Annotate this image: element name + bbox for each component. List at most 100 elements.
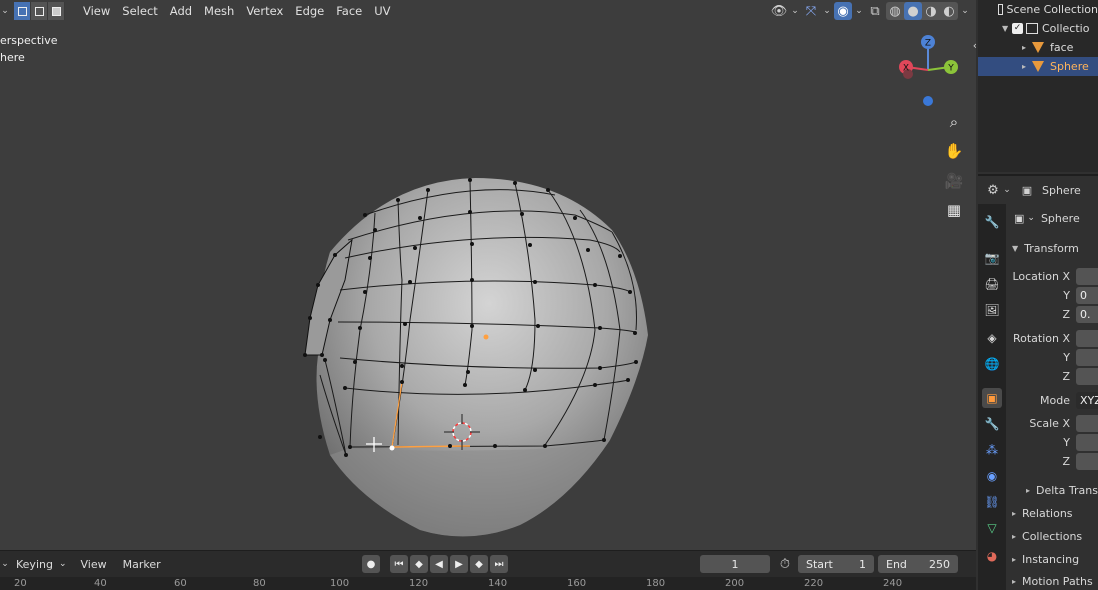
expand-arrow-icon: ▸	[1026, 485, 1031, 495]
delta-transform-panel-header[interactable]: ▸ Delta Transfo	[1006, 480, 1098, 500]
object-tab-icon[interactable]: ▣	[982, 388, 1002, 408]
xray-toggle-icon[interactable]: ⧉	[866, 2, 884, 20]
camera-icon[interactable]: 🎥	[942, 169, 966, 193]
transform-panel-header[interactable]: ▼ Transform	[1006, 238, 1098, 258]
record-icon[interactable]: ●	[362, 555, 380, 573]
particles-tab-icon[interactable]: ⁂	[982, 440, 1002, 460]
outliner-row-scene-collection[interactable]: Scene Collection	[978, 0, 1098, 19]
timeline-menu-view[interactable]: View	[73, 558, 115, 571]
chevron-down-icon[interactable]: ⌄	[0, 555, 10, 573]
material-tab-icon[interactable]: ◕	[982, 546, 1002, 566]
collection-icon	[998, 4, 1003, 15]
overlay-toggle-icon[interactable]: ◉	[834, 2, 852, 20]
wireframe-shading-icon[interactable]: ◍	[886, 2, 904, 20]
edge-select-button[interactable]	[31, 2, 48, 20]
outliner-label: Sphere	[1050, 60, 1089, 73]
rotation-mode-dropdown[interactable]: XYZ	[1076, 391, 1098, 409]
menu-view[interactable]: View	[77, 2, 116, 20]
expand-arrow-icon[interactable]: ▸	[1022, 62, 1032, 71]
render-tab-icon[interactable]: 📷	[982, 248, 1002, 268]
tool-tab-icon[interactable]: 🔧	[982, 212, 1002, 232]
collection-icon	[1026, 23, 1038, 34]
object-name-field[interactable]: ▣ ⌄ Sphere	[1006, 208, 1098, 228]
view-layer-tab-icon[interactable]: 🖼	[982, 300, 1002, 320]
physics-tab-icon[interactable]: ◉	[982, 466, 1002, 486]
gizmo-toggle-icon[interactable]: ⤧	[802, 2, 820, 20]
chevron-down-icon[interactable]: ⌄	[960, 2, 970, 20]
face-select-button[interactable]	[48, 2, 65, 20]
menu-vertex[interactable]: Vertex	[240, 2, 289, 20]
checkbox-icon[interactable]: ✓	[1012, 23, 1023, 34]
rendered-shading-icon[interactable]: ◐	[940, 2, 958, 20]
motion-paths-panel-header[interactable]: ▸ Motion Paths	[1006, 571, 1098, 590]
menu-uv[interactable]: UV	[368, 2, 396, 20]
instancing-panel-header[interactable]: ▸ Instancing	[1006, 549, 1098, 569]
menu-add[interactable]: Add	[164, 2, 198, 20]
mesh-object-icon	[1032, 42, 1044, 53]
play-icon[interactable]: ▶	[450, 555, 468, 573]
3d-viewport[interactable]: Z Y X ⌄ View Select Add Mesh Vertex Edge…	[0, 0, 976, 550]
stopwatch-icon[interactable]: ⏱	[776, 555, 794, 573]
perspective-grid-icon[interactable]: ▦	[942, 198, 966, 222]
chevron-down-icon[interactable]: ⌄	[822, 2, 832, 20]
expand-arrow-icon[interactable]: ▼	[1002, 24, 1012, 33]
current-frame-field[interactable]: 1	[700, 555, 770, 573]
chevron-down-icon[interactable]: ⌄	[1002, 181, 1012, 199]
location-x-field[interactable]	[1076, 267, 1098, 285]
rotation-z-field[interactable]	[1076, 367, 1098, 385]
rotation-z-row: Z	[1006, 366, 1098, 386]
modifier-tab-icon[interactable]: 🔧	[982, 414, 1002, 434]
prev-keyframe-icon[interactable]: ◆	[410, 555, 428, 573]
location-y-field[interactable]: 0	[1076, 286, 1098, 304]
output-tab-icon[interactable]: 🖨	[982, 274, 1002, 294]
outliner-row-sphere[interactable]: ▸ Sphere	[978, 57, 1098, 76]
jump-start-icon[interactable]: ⏮	[390, 555, 408, 573]
menu-mesh[interactable]: Mesh	[198, 2, 240, 20]
solid-shading-icon[interactable]: ●	[904, 2, 922, 20]
visibility-eye-icon[interactable]: 👁	[770, 2, 788, 20]
frame-ruler[interactable]: 20 40 60 80 100 120 140 160 180 200 220 …	[0, 577, 976, 590]
start-frame-field[interactable]: Start 1	[798, 555, 874, 573]
play-reverse-icon[interactable]: ◀	[430, 555, 448, 573]
world-tab-icon[interactable]: 🌐	[982, 354, 1002, 374]
scale-y-field[interactable]	[1076, 433, 1098, 451]
end-frame-field[interactable]: End 250	[878, 555, 958, 573]
ruler-tick: 140	[488, 578, 508, 589]
expand-arrow-icon[interactable]: ▸	[1022, 43, 1032, 52]
rotation-y-field[interactable]	[1076, 348, 1098, 366]
data-tab-icon[interactable]: ▽	[982, 518, 1002, 538]
object-name-value: Sphere	[1040, 211, 1080, 225]
outliner-row-collection[interactable]: ▼ ✓ Collectio	[978, 19, 1098, 38]
zoom-icon[interactable]: ⌕	[942, 110, 966, 134]
jump-end-icon[interactable]: ⏭	[490, 555, 508, 573]
vertex-select-button[interactable]	[14, 2, 31, 20]
scene-tab-icon[interactable]: ◈	[982, 328, 1002, 348]
pan-hand-icon[interactable]: ✋	[942, 139, 966, 163]
ruler-tick: 160	[567, 578, 587, 589]
timeline-menu-marker[interactable]: Marker	[115, 558, 169, 571]
sphere-mesh[interactable]: Z Y X	[0, 0, 976, 550]
chevron-left-icon[interactable]: ‹	[966, 36, 976, 54]
mode-label: Mode	[1040, 393, 1070, 407]
material-shading-icon[interactable]: ◑	[922, 2, 940, 20]
scale-x-field[interactable]	[1076, 414, 1098, 432]
collections-panel-header[interactable]: ▸ Collections	[1006, 526, 1098, 546]
outliner-row-face[interactable]: ▸ face	[978, 38, 1098, 57]
keying-dropdown[interactable]: Keying ⌄	[10, 555, 73, 573]
chevron-down-icon[interactable]: ⌄	[790, 2, 800, 20]
scale-z-field[interactable]	[1076, 452, 1098, 470]
rotation-x-field[interactable]	[1076, 329, 1098, 347]
menu-edge[interactable]: Edge	[289, 2, 330, 20]
editor-type-icon[interactable]: ⚙	[984, 181, 1002, 199]
scale-y-row: Y	[1006, 432, 1098, 452]
menu-select[interactable]: Select	[116, 2, 163, 20]
chevron-down-icon[interactable]: ⌄	[0, 2, 10, 20]
location-z-field[interactable]: 0.	[1076, 305, 1098, 323]
menu-face[interactable]: Face	[330, 2, 368, 20]
constraints-tab-icon[interactable]: ⛓	[982, 492, 1002, 512]
next-keyframe-icon[interactable]: ◆	[470, 555, 488, 573]
ruler-tick: 40	[94, 578, 107, 589]
chevron-down-icon[interactable]: ⌄	[854, 2, 864, 20]
relations-panel-header[interactable]: ▸ Relations	[1006, 503, 1098, 523]
object-icon: ▣	[1021, 183, 1033, 197]
